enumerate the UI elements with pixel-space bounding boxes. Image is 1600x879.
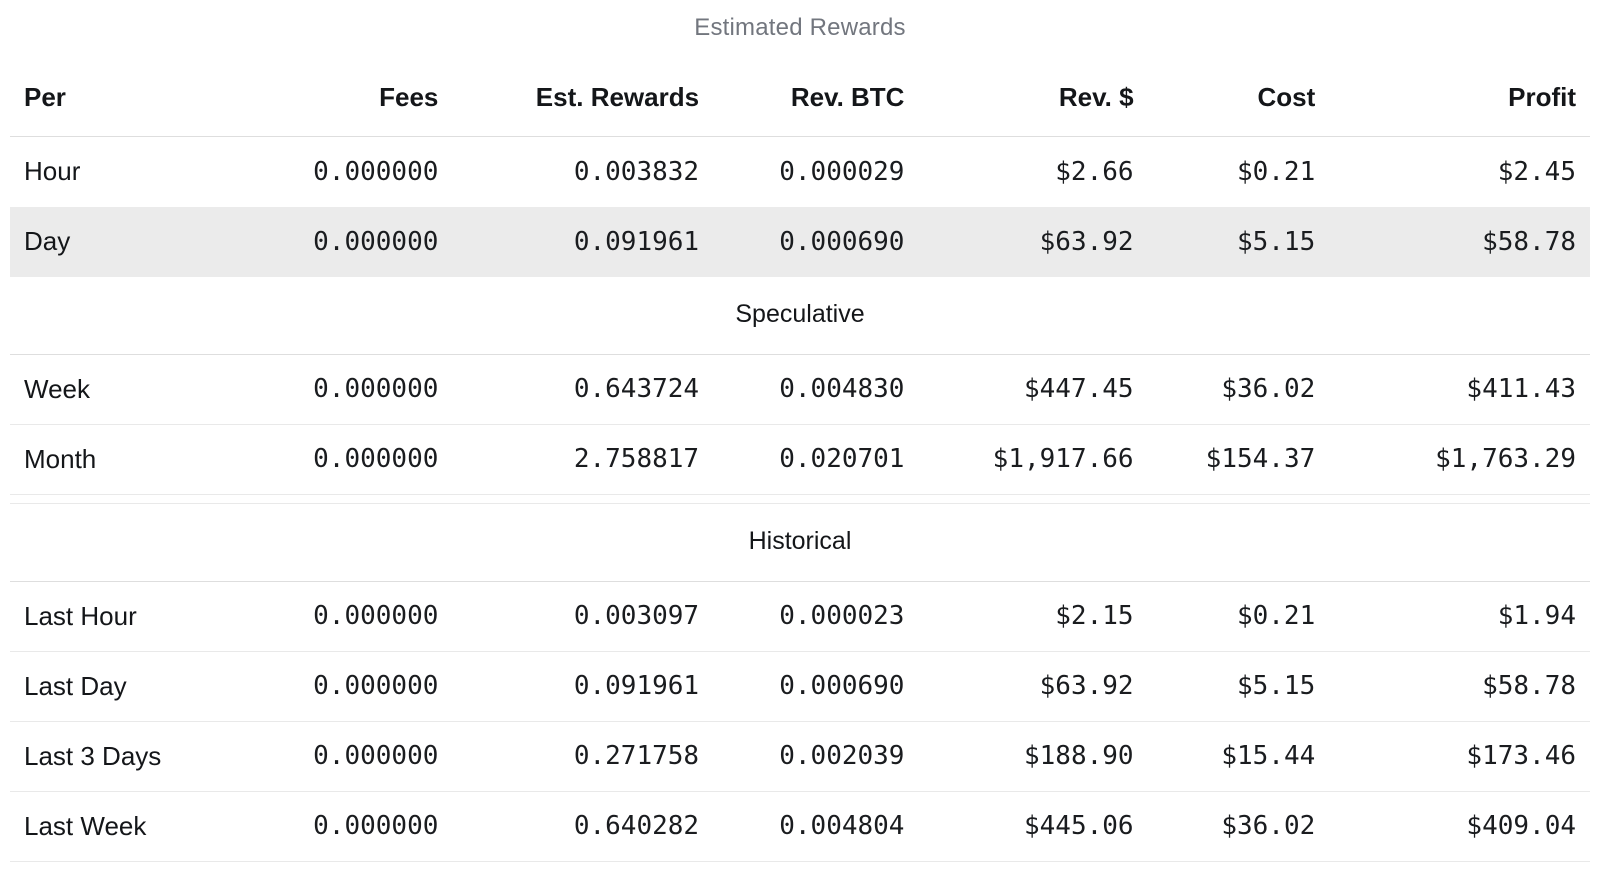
cell-value: $1.94: [1329, 581, 1590, 652]
cell-value: $2.15: [918, 581, 1148, 652]
column-header-profit: Profit: [1329, 56, 1590, 137]
cell-value: $445.06: [918, 791, 1148, 862]
table-row[interactable]: Last 3 Days 0.000000 0.271758 0.002039 $…: [10, 721, 1590, 792]
cell-value: 0.271758: [452, 721, 714, 792]
cell-value: $36.02: [1147, 791, 1330, 862]
cell-value: $2.45: [1497, 156, 1576, 187]
row-label: Month: [10, 424, 216, 495]
cell-value: $58.78: [1329, 206, 1590, 277]
cell-value: $0.21: [1147, 581, 1330, 652]
cell-value: 0.000000: [215, 791, 453, 862]
cell-value: 0.000690: [713, 651, 919, 722]
rewards-table: Per Fees Est. Rewards Rev. BTC Rev. $ Co…: [10, 56, 1590, 862]
table-row[interactable]: Week 0.000000 0.643724 0.004830 $447.45 …: [10, 354, 1590, 425]
cell-value: 0.091961: [452, 651, 714, 722]
cell-value: $1,763.29: [1329, 424, 1590, 495]
cell-value: $173.46: [1329, 721, 1590, 792]
cell-value: $1,917.66: [918, 424, 1148, 495]
row-label: Last 3 Days: [10, 721, 216, 792]
column-header-rev-btc: Rev. BTC: [713, 56, 919, 137]
cell-value: 0.000000: [215, 354, 453, 425]
page-title: Estimated Rewards: [694, 14, 906, 41]
table-row[interactable]: Hour 0.000000 0.003832 0.000029 $2.66 $0…: [10, 137, 1590, 207]
cell-value: 0.000000: [313, 156, 439, 187]
row-label: Hour: [24, 156, 81, 187]
row-label: Last Week: [10, 791, 216, 862]
table-row[interactable]: Last Day 0.000000 0.091961 0.000690 $63.…: [10, 651, 1590, 722]
cell-value: $58.78: [1329, 651, 1590, 722]
cell-value: 0.002039: [713, 721, 919, 792]
cell-value: $63.92: [918, 206, 1148, 277]
row-label: Last Hour: [10, 581, 216, 652]
cell-value: 0.000000: [215, 581, 453, 652]
cell-value: 0.000690: [713, 206, 919, 277]
table-body: Hour 0.000000 0.003832 0.000029 $2.66 $0…: [10, 137, 1590, 862]
column-header-cost: Cost: [1147, 56, 1330, 137]
cell-value: $5.15: [1147, 206, 1330, 277]
cell-value: 0.020701: [713, 424, 919, 495]
cell-value: $411.43: [1329, 354, 1590, 425]
cell-value: $5.15: [1147, 651, 1330, 722]
cell-value: 0.000000: [215, 651, 453, 722]
cell-value: 0.640282: [452, 791, 714, 862]
cell-value: $154.37: [1147, 424, 1330, 495]
cell-value: 0.000023: [713, 581, 919, 652]
table-header-row: Per Fees Est. Rewards Rev. BTC Rev. $ Co…: [10, 56, 1590, 137]
section-header-row: Speculative: [10, 276, 1590, 355]
column-header-est-rewards: Est. Rewards: [452, 56, 714, 137]
row-label: Week: [10, 354, 216, 425]
cell-value: 0.643724: [452, 354, 714, 425]
cell-value: $15.44: [1147, 721, 1330, 792]
table-row[interactable]: Day 0.000000 0.091961 0.000690 $63.92 $5…: [10, 206, 1590, 277]
cell-value: $63.92: [918, 651, 1148, 722]
section-divider: [10, 494, 1590, 504]
cell-value: 0.000000: [215, 424, 453, 495]
section-title: Speculative: [10, 276, 1590, 355]
column-header-rev-usd: Rev. $: [918, 56, 1148, 137]
section-title: Historical: [10, 503, 1590, 582]
cell-value: 0.000000: [215, 206, 453, 277]
cell-value: 0.003832: [573, 156, 700, 187]
cell-value: $36.02: [1147, 354, 1330, 425]
cell-value: $2.66: [1055, 156, 1134, 187]
cell-value: $0.21: [1236, 156, 1316, 187]
cell-value: 0.000000: [215, 721, 453, 792]
section-header-row: Historical: [10, 503, 1590, 582]
cell-value: 0.091961: [452, 206, 714, 277]
cell-value: 0.000029: [779, 156, 905, 187]
row-label: Day: [10, 206, 216, 277]
table-row[interactable]: Last Week 0.000000 0.640282 0.004804 $44…: [10, 791, 1590, 862]
column-header-fees: Fees: [215, 56, 453, 137]
table-row[interactable]: Last Hour 0.000000 0.003097 0.000023 $2.…: [10, 581, 1590, 652]
cell-value: 0.003097: [452, 581, 714, 652]
row-label: Last Day: [10, 651, 216, 722]
cell-value: $188.90: [918, 721, 1148, 792]
table-row[interactable]: Month 0.000000 2.758817 0.020701 $1,917.…: [10, 424, 1590, 495]
cell-value: $409.04: [1329, 791, 1590, 862]
cell-value: $447.45: [918, 354, 1148, 425]
estimated-rewards-panel: Estimated Rewards Per Fees Est. Rewards …: [0, 0, 1600, 862]
cell-value: 2.758817: [452, 424, 714, 495]
cell-value: 0.004830: [713, 354, 919, 425]
column-header-per: Per: [10, 56, 216, 137]
cell-value: 0.004804: [713, 791, 919, 862]
